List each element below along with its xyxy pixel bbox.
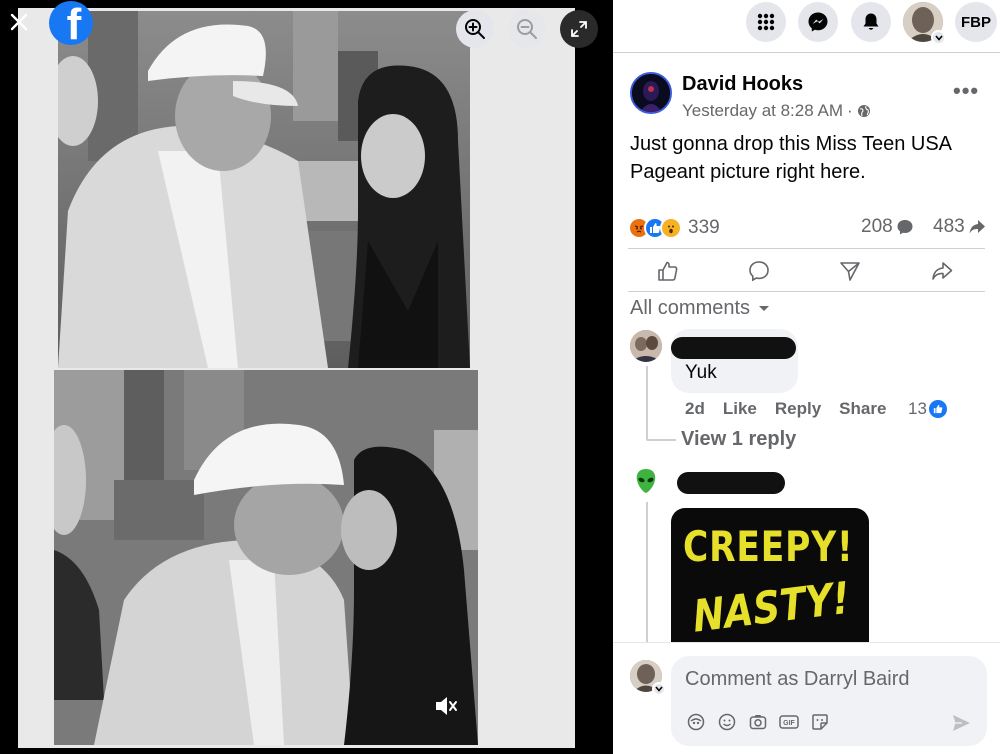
thread-connector xyxy=(646,439,676,441)
comment-count-value: 208 xyxy=(861,216,893,237)
gif-icon: GIF xyxy=(779,715,799,729)
send-icon xyxy=(953,715,970,731)
menu-button[interactable] xyxy=(746,2,786,42)
zoom-out-button[interactable] xyxy=(508,10,546,48)
comment-text: Yuk xyxy=(685,362,717,383)
camera-icon xyxy=(749,715,767,730)
send-icon xyxy=(840,262,860,281)
topbar-divider xyxy=(613,52,1000,53)
notifications-button[interactable] xyxy=(851,2,891,42)
post-photo[interactable] xyxy=(18,8,575,748)
post-meta: Yesterday at 8:28 AM · xyxy=(682,101,871,121)
share-arrow-icon xyxy=(969,220,985,234)
photo-frame-bottom xyxy=(54,370,478,745)
emoji-icon xyxy=(718,713,736,731)
globe-icon xyxy=(857,105,870,117)
redacted-name xyxy=(677,472,785,494)
emoji-button[interactable] xyxy=(716,711,738,733)
redacted-name xyxy=(671,337,796,359)
facebook-logo[interactable]: f xyxy=(49,1,93,45)
chevron-down-icon xyxy=(652,682,666,696)
share-count-value: 483 xyxy=(933,216,965,237)
view-replies-link[interactable]: View 1 reply xyxy=(681,428,796,451)
chevron-down-icon xyxy=(759,305,770,311)
divider xyxy=(628,248,985,249)
share-icon xyxy=(932,262,953,280)
sticker-icon xyxy=(812,714,828,730)
comment-button[interactable] xyxy=(741,255,777,287)
author-avatar[interactable] xyxy=(630,72,672,114)
wow-reaction xyxy=(660,217,682,239)
post-panel: FBP David Hooks Yesterday at 8:28 AM · •… xyxy=(613,0,1000,754)
commenter-avatar[interactable] xyxy=(630,465,662,497)
author-name[interactable]: David Hooks xyxy=(682,73,803,96)
like-reaction-icon xyxy=(928,400,947,418)
comment-image[interactable]: CREEPY! NASTY! xyxy=(671,508,869,642)
fullscreen-button[interactable] xyxy=(560,10,598,48)
composer-tools: GIF xyxy=(685,711,831,733)
reaction-count: 339 xyxy=(688,217,720,238)
top-navigation: FBP xyxy=(613,0,1000,45)
comment-input[interactable] xyxy=(685,664,975,694)
comment-bubble-icon xyxy=(897,220,913,235)
photo-frame-top xyxy=(58,11,470,368)
like-icon xyxy=(658,261,678,281)
account-avatar-button[interactable] xyxy=(903,2,946,45)
avatar-sticker-icon xyxy=(687,713,705,731)
comment-reply-button[interactable]: Reply xyxy=(775,399,821,419)
zoom-in-icon xyxy=(465,19,485,39)
thread-line xyxy=(646,502,648,642)
current-user-avatar[interactable] xyxy=(630,660,666,696)
comment-share-button[interactable]: Share xyxy=(839,399,886,419)
send-button[interactable] xyxy=(832,255,868,287)
fullscreen-icon xyxy=(571,21,587,37)
messenger-button[interactable] xyxy=(798,2,838,42)
menu-grid-icon xyxy=(757,13,775,31)
page-switcher-button[interactable]: FBP xyxy=(955,2,997,42)
comment-image-text: NASTY! xyxy=(691,572,852,642)
post-text: Just gonna drop this Miss Teen USA Pagea… xyxy=(630,133,951,183)
reaction-summary[interactable]: 339 xyxy=(628,216,720,240)
gif-button[interactable]: GIF xyxy=(778,711,800,733)
commenter-avatar[interactable] xyxy=(630,330,662,362)
thread-line xyxy=(646,366,648,440)
media-viewer: f xyxy=(0,0,613,754)
facebook-logo-letter: f xyxy=(66,1,82,46)
messenger-icon xyxy=(808,12,828,32)
comment-count[interactable]: 208 xyxy=(861,216,914,238)
comment-actions: 2d Like Reply Share xyxy=(685,399,904,419)
post-options-button[interactable]: ••• xyxy=(953,78,979,104)
zoom-in-button[interactable] xyxy=(456,10,494,48)
comment-like-button[interactable]: Like xyxy=(723,399,757,419)
avatar-sticker-button[interactable] xyxy=(685,711,707,733)
comment-filter-label: All comments xyxy=(630,297,751,319)
comment-age: 2d xyxy=(685,399,705,418)
comment-composer: GIF xyxy=(671,656,987,746)
bell-icon xyxy=(863,13,879,30)
like-button[interactable] xyxy=(650,255,686,287)
comment-like-count[interactable]: 13 xyxy=(908,399,947,419)
comment-filter-dropdown[interactable]: All comments xyxy=(630,297,770,320)
close-button[interactable] xyxy=(0,3,38,41)
zoom-out-icon xyxy=(517,19,537,39)
comment-like-count-value: 13 xyxy=(908,399,927,418)
close-icon xyxy=(10,13,28,31)
comment-image-text: CREEPY! xyxy=(683,522,854,571)
post-timestamp[interactable]: Yesterday at 8:28 AM xyxy=(682,101,843,121)
sticker-button[interactable] xyxy=(809,711,831,733)
account-chevron-icon xyxy=(931,30,946,45)
divider xyxy=(628,291,985,292)
mute-icon[interactable] xyxy=(432,693,458,719)
share-button[interactable] xyxy=(924,255,960,287)
page-badge-label: FBP xyxy=(961,13,991,31)
photo-button[interactable] xyxy=(747,711,769,733)
divider xyxy=(613,642,1000,643)
svg-text:GIF: GIF xyxy=(783,720,795,727)
comment-icon xyxy=(749,261,769,282)
meta-separator: · xyxy=(846,101,853,120)
post-actions xyxy=(628,255,985,287)
share-count[interactable]: 483 xyxy=(933,216,986,238)
send-comment-button[interactable] xyxy=(949,711,973,735)
